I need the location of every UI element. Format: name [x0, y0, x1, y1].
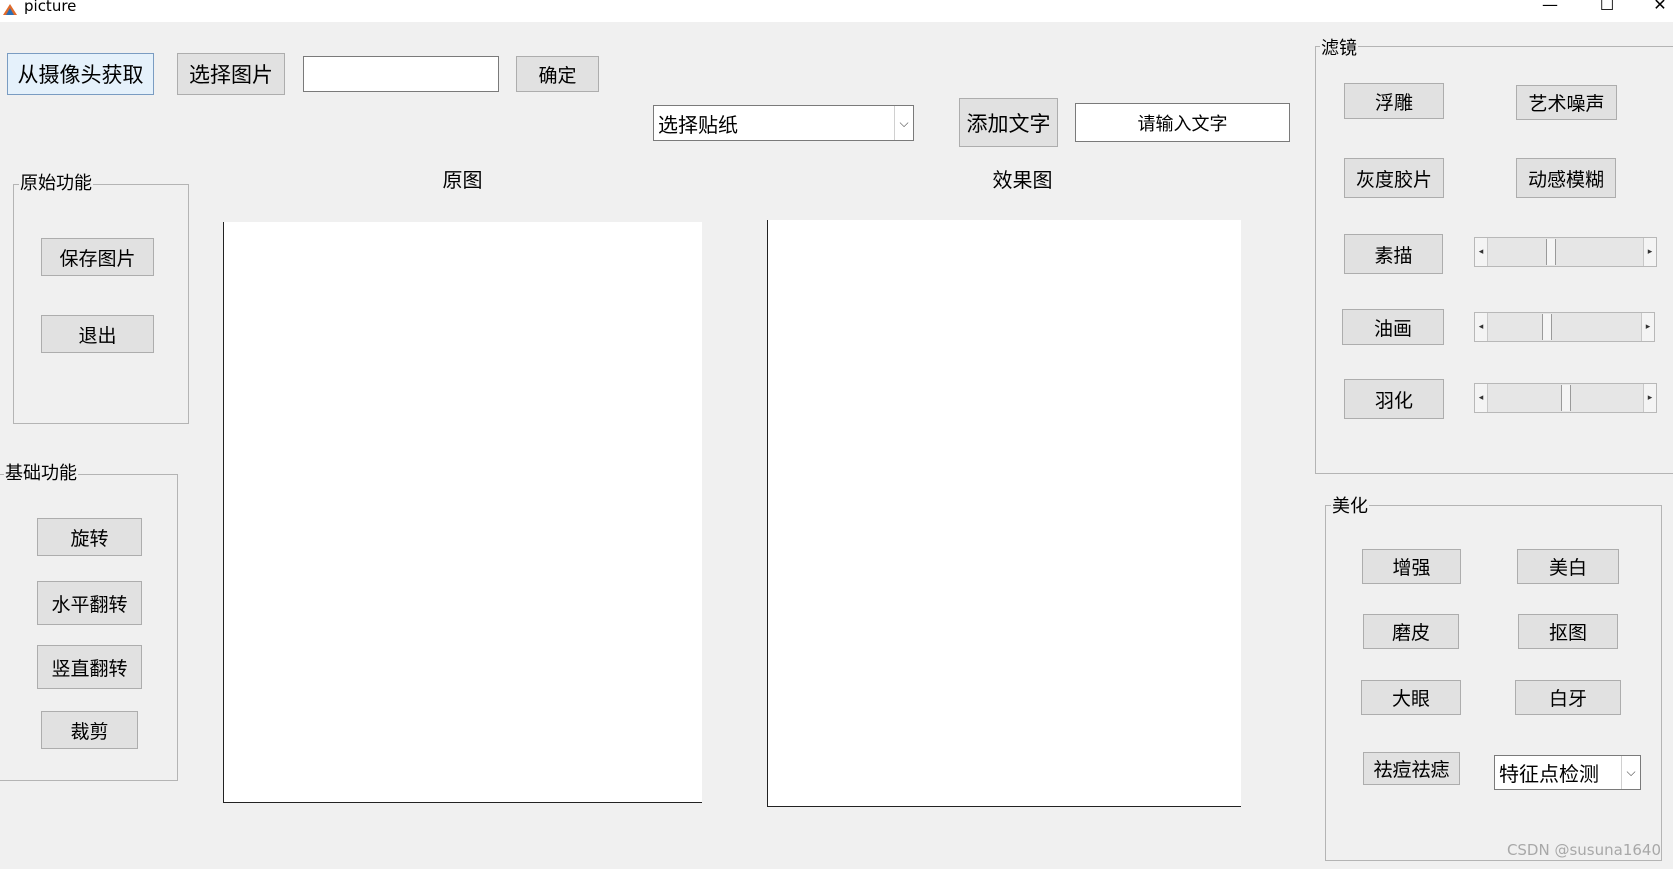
maximize-button[interactable]: ☐ — [1587, 0, 1627, 16]
save-image-button[interactable]: 保存图片 — [41, 238, 154, 276]
original-functions-panel — [13, 184, 189, 424]
effect-image-title: 效果图 — [992, 168, 1053, 192]
whiten-button[interactable]: 美白 — [1517, 549, 1619, 584]
sticker-select[interactable]: 选择贴纸 ⌵ — [653, 105, 914, 141]
slider-thumb[interactable] — [1546, 239, 1556, 265]
slider-left-arrow-icon[interactable]: ◂ — [1475, 384, 1488, 412]
matlab-icon — [3, 4, 17, 15]
slider-thumb[interactable] — [1561, 385, 1571, 411]
crop-button[interactable]: 裁剪 — [41, 711, 138, 749]
original-image-title: 原图 — [442, 168, 483, 192]
oil-slider[interactable]: ◂ ▸ — [1474, 312, 1655, 342]
feature-detect-select[interactable]: 特征点检测 ⌵ — [1494, 755, 1641, 790]
horizontal-flip-button[interactable]: 水平翻转 — [37, 581, 142, 625]
slider-right-arrow-icon[interactable]: ▸ — [1643, 384, 1656, 412]
feather-button[interactable]: 羽化 — [1344, 379, 1444, 419]
slider-left-arrow-icon[interactable]: ◂ — [1475, 313, 1488, 341]
window-title: picture — [24, 0, 77, 15]
beauty-title: 美化 — [1331, 496, 1369, 517]
feather-slider[interactable]: ◂ ▸ — [1474, 383, 1657, 413]
motion-blur-button[interactable]: 动感模糊 — [1516, 158, 1616, 198]
slider-left-arrow-icon[interactable]: ◂ — [1475, 238, 1488, 266]
chevron-down-icon[interactable]: ⌵ — [1621, 756, 1640, 789]
skin-smooth-button[interactable]: 磨皮 — [1363, 614, 1459, 649]
sketch-slider[interactable]: ◂ ▸ — [1474, 237, 1657, 267]
slider-right-arrow-icon[interactable]: ▸ — [1643, 238, 1656, 266]
sketch-button[interactable]: 素描 — [1344, 234, 1443, 274]
feature-detect-select-value: 特征点检测 — [1499, 762, 1599, 786]
text-input[interactable]: 请输入文字 — [1075, 103, 1290, 142]
acne-removal-button[interactable]: 祛痘祛痣 — [1363, 752, 1460, 785]
slider-right-arrow-icon[interactable]: ▸ — [1641, 313, 1654, 341]
add-text-button[interactable]: 添加文字 — [959, 98, 1058, 147]
big-eye-button[interactable]: 大眼 — [1361, 680, 1461, 715]
effect-image-canvas — [767, 220, 1241, 807]
basic-functions-title: 基础功能 — [4, 463, 78, 484]
close-button[interactable]: ✕ — [1640, 0, 1673, 16]
csdn-watermark: CSDN @susuna1640 — [1506, 841, 1661, 859]
chevron-down-icon[interactable]: ⌵ — [894, 106, 913, 140]
white-teeth-button[interactable]: 白牙 — [1515, 680, 1621, 715]
minimize-button[interactable]: — — [1530, 0, 1570, 16]
oil-painting-button[interactable]: 油画 — [1342, 309, 1444, 345]
exit-button[interactable]: 退出 — [41, 315, 154, 353]
original-image-canvas — [223, 222, 702, 803]
original-functions-title: 原始功能 — [19, 173, 93, 194]
image-path-input[interactable] — [303, 56, 499, 92]
select-image-button[interactable]: 选择图片 — [177, 53, 285, 95]
vertical-flip-button[interactable]: 竖直翻转 — [37, 645, 142, 689]
matting-button[interactable]: 抠图 — [1518, 614, 1618, 649]
filters-title: 滤镜 — [1320, 38, 1358, 59]
rotate-button[interactable]: 旋转 — [37, 518, 142, 556]
sticker-select-value: 选择贴纸 — [658, 112, 738, 137]
slider-thumb[interactable] — [1542, 314, 1552, 340]
gray-negative-button[interactable]: 灰度胶片 — [1344, 158, 1444, 198]
title-bar: picture — ☐ ✕ — [0, 0, 1673, 22]
enhance-button[interactable]: 增强 — [1362, 549, 1461, 584]
art-noise-button[interactable]: 艺术噪声 — [1516, 85, 1617, 120]
camera-button[interactable]: 从摄像头获取 — [7, 53, 154, 95]
emboss-button[interactable]: 浮雕 — [1344, 83, 1444, 119]
confirm-button[interactable]: 确定 — [516, 56, 599, 92]
